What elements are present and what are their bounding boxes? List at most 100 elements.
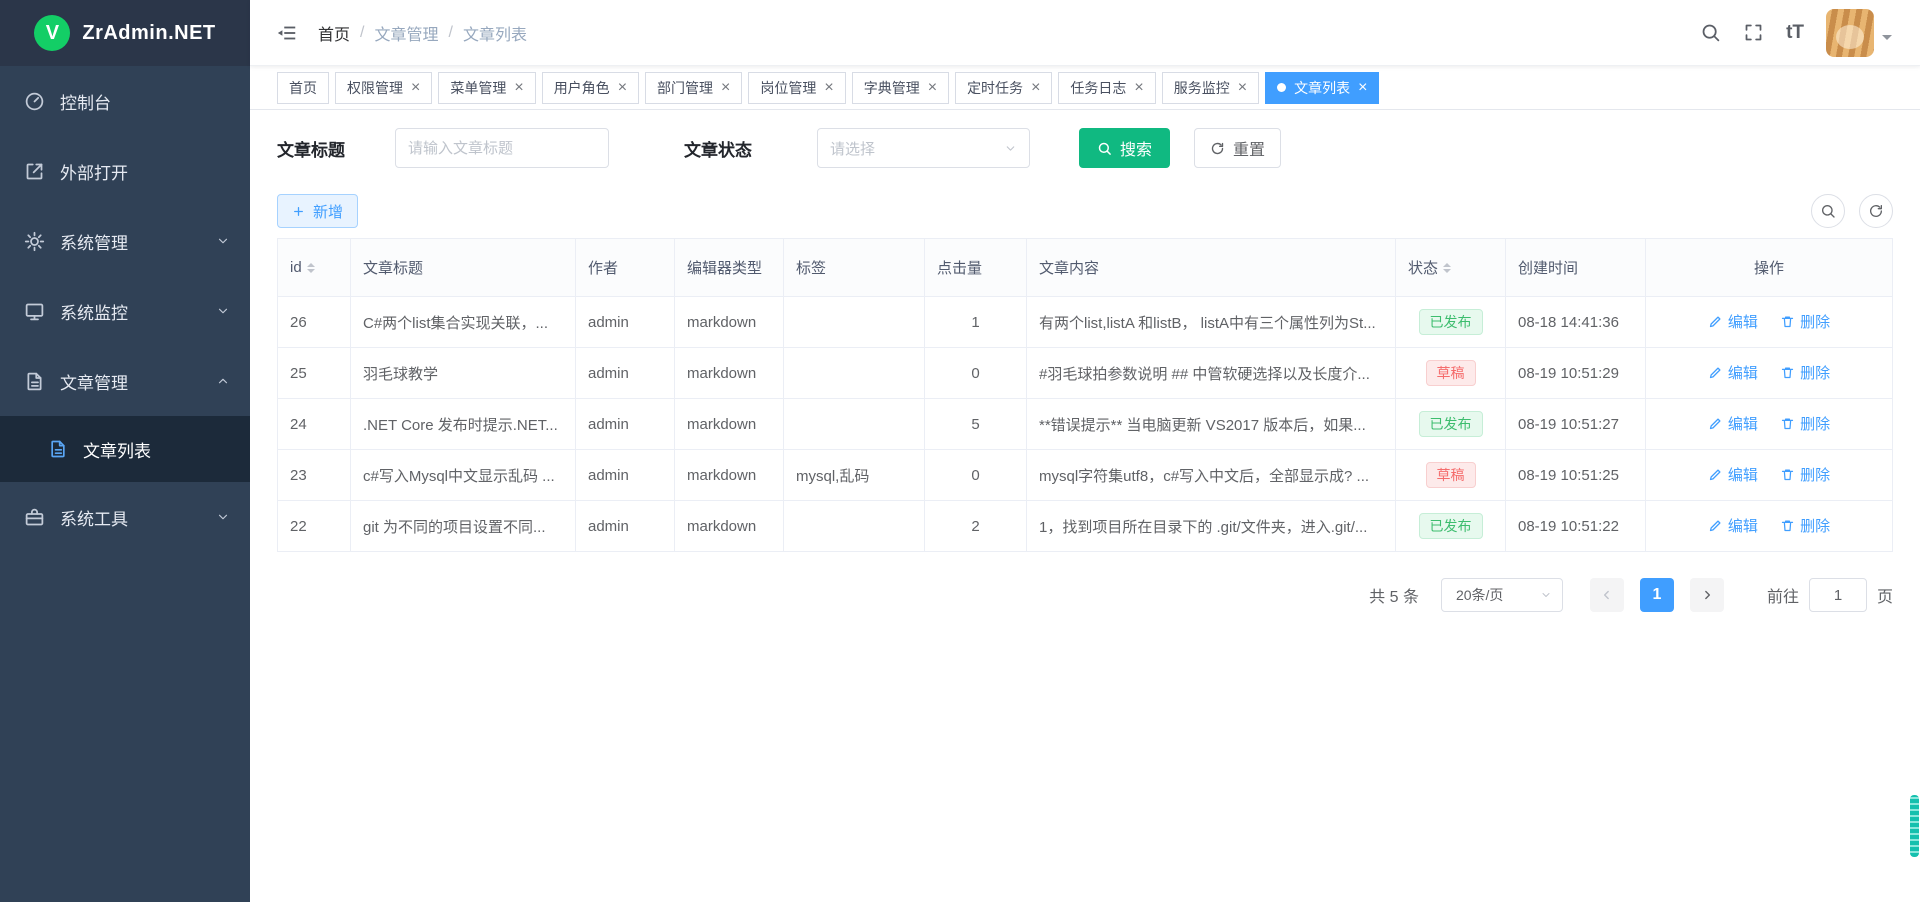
tab-service-monitor[interactable]: 服务监控× bbox=[1162, 72, 1259, 104]
cell-author: admin bbox=[576, 450, 675, 501]
sort-icon[interactable] bbox=[307, 259, 315, 277]
delete-button[interactable]: 删除 bbox=[1780, 362, 1830, 383]
chevron-left-icon bbox=[1600, 588, 1614, 602]
article-title-input[interactable] bbox=[395, 128, 609, 168]
prev-page-button[interactable] bbox=[1590, 578, 1624, 612]
sidebar-item-article-list[interactable]: 文章列表 bbox=[0, 416, 250, 482]
tab-close-icon[interactable]: × bbox=[411, 80, 420, 96]
cell-content: 1，找到项目所在目录下的 .git/文件夹，进入.git/... bbox=[1027, 501, 1396, 552]
tab-close-icon[interactable]: × bbox=[1031, 80, 1040, 96]
cell-tags bbox=[784, 501, 925, 552]
delete-button[interactable]: 删除 bbox=[1780, 515, 1830, 536]
select-placeholder: 请选择 bbox=[830, 138, 875, 159]
status-badge: 草稿 bbox=[1426, 360, 1476, 387]
refresh-table-button[interactable] bbox=[1859, 194, 1893, 228]
column-header-status[interactable]: 状态 bbox=[1396, 239, 1506, 297]
sidebar-item-system-monitor[interactable]: 系统监控 bbox=[0, 276, 250, 346]
sidebar-item-external[interactable]: 外部打开 bbox=[0, 136, 250, 206]
edit-button[interactable]: 编辑 bbox=[1708, 464, 1758, 485]
sidebar-item-label: 系统工具 bbox=[60, 505, 128, 530]
table-row: 24 .NET Core 发布时提示.NET... admin markdown… bbox=[278, 399, 1893, 450]
active-tab-dot bbox=[1277, 83, 1286, 92]
tab-close-icon[interactable]: × bbox=[824, 80, 833, 96]
sidebar-item-label: 系统管理 bbox=[60, 229, 128, 254]
breadcrumb-home[interactable]: 首页 bbox=[318, 21, 350, 45]
column-header-clicks: 点击量 bbox=[925, 239, 1027, 297]
cell-title: git 为不同的项目设置不同... bbox=[351, 501, 576, 552]
column-header-id[interactable]: id bbox=[278, 239, 351, 297]
cell-clicks: 2 bbox=[925, 501, 1027, 552]
tab-close-icon[interactable]: × bbox=[1134, 80, 1143, 96]
sidebar-item-label: 外部打开 bbox=[60, 159, 128, 184]
tab-department[interactable]: 部门管理× bbox=[645, 72, 742, 104]
toggle-search-button[interactable] bbox=[1811, 194, 1845, 228]
article-status-label: 文章状态 bbox=[684, 136, 752, 161]
table-toolbar-right bbox=[1811, 194, 1893, 228]
cell-title: 羽毛球教学 bbox=[351, 348, 576, 399]
tab-close-icon[interactable]: × bbox=[618, 80, 627, 96]
delete-button[interactable]: 删除 bbox=[1780, 311, 1830, 332]
next-page-button[interactable] bbox=[1690, 578, 1724, 612]
cell-id: 25 bbox=[278, 348, 351, 399]
cell-status: 草稿 bbox=[1396, 450, 1506, 501]
tab-close-icon[interactable]: × bbox=[1238, 80, 1247, 96]
sidebar-collapse-button[interactable] bbox=[276, 22, 298, 44]
document-icon bbox=[48, 439, 68, 459]
column-header-tags: 标签 bbox=[784, 239, 925, 297]
avatar[interactable] bbox=[1826, 9, 1874, 57]
avatar-caret-down-icon[interactable] bbox=[1882, 35, 1892, 45]
edit-button[interactable]: 编辑 bbox=[1708, 362, 1758, 383]
search-submit-button[interactable]: 搜索 bbox=[1079, 128, 1170, 168]
breadcrumb-article-admin[interactable]: 文章管理 bbox=[374, 21, 438, 45]
tab-user-role[interactable]: 用户角色× bbox=[542, 72, 639, 104]
sidebar-item-article-admin[interactable]: 文章管理 bbox=[0, 346, 250, 416]
status-badge: 已发布 bbox=[1419, 309, 1483, 336]
main-area: 首页 / 文章管理 / 文章列表 tT 首页 权限管理× 菜单管理× 用户角色×… bbox=[250, 0, 1920, 902]
search-button[interactable] bbox=[1700, 22, 1721, 43]
tab-menu[interactable]: 菜单管理× bbox=[438, 72, 535, 104]
page-size-select[interactable]: 20条/页 bbox=[1441, 578, 1563, 612]
cell-editor: markdown bbox=[675, 501, 784, 552]
tab-cron[interactable]: 定时任务× bbox=[955, 72, 1052, 104]
tab-close-icon[interactable]: × bbox=[514, 80, 523, 96]
delete-button[interactable]: 删除 bbox=[1780, 413, 1830, 434]
delete-button[interactable]: 删除 bbox=[1780, 464, 1830, 485]
breadcrumb-separator: / bbox=[448, 24, 452, 42]
app-logo[interactable]: V ZrAdmin.NET bbox=[0, 0, 250, 66]
font-size-button[interactable]: tT bbox=[1786, 22, 1804, 44]
tab-post[interactable]: 岗位管理× bbox=[748, 72, 845, 104]
edit-button[interactable]: 编辑 bbox=[1708, 515, 1758, 536]
tab-article-list[interactable]: 文章列表× bbox=[1265, 72, 1379, 104]
goto-page-input[interactable] bbox=[1809, 578, 1867, 612]
topbar: 首页 / 文章管理 / 文章列表 tT bbox=[250, 0, 1920, 66]
cell-created: 08-19 10:51:27 bbox=[1506, 399, 1646, 450]
breadcrumb-article-list: 文章列表 bbox=[463, 21, 527, 45]
cell-created: 08-19 10:51:25 bbox=[1506, 450, 1646, 501]
sidebar-item-system-tools[interactable]: 系统工具 bbox=[0, 482, 250, 552]
cell-status: 已发布 bbox=[1396, 399, 1506, 450]
gear-icon bbox=[24, 231, 45, 252]
tags-view-bar: 首页 权限管理× 菜单管理× 用户角色× 部门管理× 岗位管理× 字典管理× 定… bbox=[250, 66, 1920, 110]
edit-button[interactable]: 编辑 bbox=[1708, 413, 1758, 434]
tab-close-icon[interactable]: × bbox=[1358, 80, 1367, 96]
edit-button[interactable]: 编辑 bbox=[1708, 311, 1758, 332]
sort-icon[interactable] bbox=[1443, 259, 1451, 277]
cell-actions: 编辑 删除 bbox=[1646, 348, 1893, 399]
tab-permission[interactable]: 权限管理× bbox=[335, 72, 432, 104]
tab-close-icon[interactable]: × bbox=[928, 80, 937, 96]
breadcrumb: 首页 / 文章管理 / 文章列表 bbox=[318, 21, 527, 45]
tab-home[interactable]: 首页 bbox=[277, 72, 329, 104]
tab-close-icon[interactable]: × bbox=[721, 80, 730, 96]
article-status-select[interactable]: 请选择 bbox=[817, 128, 1030, 168]
sidebar-item-dashboard[interactable]: 控制台 bbox=[0, 66, 250, 136]
tab-dict[interactable]: 字典管理× bbox=[852, 72, 949, 104]
cell-author: admin bbox=[576, 501, 675, 552]
table-header-row: id 文章标题 作者 编辑器类型 标签 点击量 文章内容 状态 创建时间 操作 bbox=[278, 239, 1893, 297]
tab-task-log[interactable]: 任务日志× bbox=[1058, 72, 1155, 104]
page-number-1[interactable]: 1 bbox=[1640, 578, 1674, 612]
reset-button[interactable]: 重置 bbox=[1194, 128, 1281, 168]
fullscreen-button[interactable] bbox=[1743, 22, 1764, 43]
add-button[interactable]: 新增 bbox=[277, 194, 358, 228]
sidebar-item-system-admin[interactable]: 系统管理 bbox=[0, 206, 250, 276]
scrollbar-thumb[interactable] bbox=[1910, 795, 1919, 857]
